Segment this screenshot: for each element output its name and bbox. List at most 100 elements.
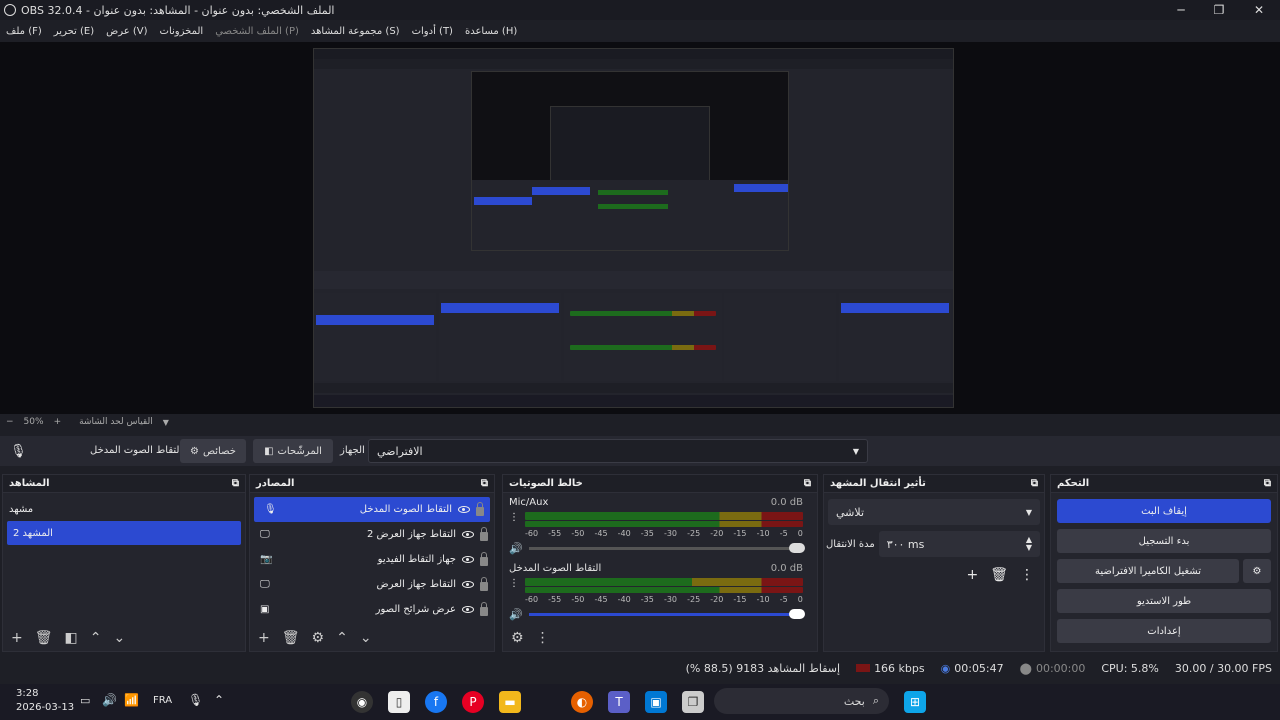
sources-title: المصادر: [256, 478, 295, 489]
speaker-icon[interactable]: 🔊: [509, 542, 523, 555]
filter-icon[interactable]: ◧: [65, 630, 78, 646]
properties-button[interactable]: ⚙ خصائص: [180, 439, 246, 463]
mic-tray-icon[interactable]: 🎙: [188, 693, 203, 707]
device-select[interactable]: الافتراضي ▼: [368, 439, 868, 463]
source-row[interactable]: 🖵 التقاط جهاز العرض 2: [250, 522, 494, 547]
folder-icon[interactable]: ▬: [499, 691, 521, 713]
move-down-icon[interactable]: ⌄: [113, 630, 125, 646]
source-row[interactable]: 🎙 التقاط الصوت المدخل: [254, 497, 490, 522]
scene-item[interactable]: مشهد: [3, 497, 245, 521]
language-indicator[interactable]: FRA: [153, 695, 172, 706]
task-view-icon[interactable]: ❐: [682, 691, 704, 713]
lock-icon[interactable]: [480, 576, 488, 591]
move-down-icon[interactable]: ⌄: [360, 630, 372, 646]
tray-overflow-icon[interactable]: ⌃: [214, 693, 224, 707]
gear-icon[interactable]: ⚙: [1243, 559, 1271, 583]
source-row[interactable]: 📷 جهاز التقاط الفيديو: [250, 547, 494, 572]
visibility-icon[interactable]: [462, 531, 474, 538]
obs-taskbar-icon[interactable]: ◉: [351, 691, 373, 713]
trash-icon[interactable]: 🗑: [35, 630, 53, 646]
windows-start-icon[interactable]: ⊞: [904, 691, 926, 713]
gear-icon[interactable]: ⚙: [312, 630, 325, 646]
menu-help[interactable]: مساعدة (H): [465, 26, 517, 37]
trash-icon[interactable]: 🗑: [282, 630, 300, 646]
preview-canvas[interactable]: [0, 42, 1280, 414]
add-icon[interactable]: +: [258, 630, 270, 646]
camera-icon: 📷: [260, 554, 273, 565]
store-icon[interactable]: ▣: [645, 691, 667, 713]
facebook-icon[interactable]: f: [425, 691, 447, 713]
lock-icon[interactable]: [480, 551, 488, 566]
visibility-icon[interactable]: [462, 556, 474, 563]
volume-icon[interactable]: 🔊: [102, 693, 117, 707]
maximize-button[interactable]: ❐: [1200, 0, 1238, 20]
mic-icon: 🎙: [264, 504, 277, 515]
menu-edit[interactable]: تحرير (E): [54, 26, 94, 37]
menu-file[interactable]: ملف (F): [6, 26, 42, 37]
source-row[interactable]: 🖵 التقاط جهاز العرض: [250, 572, 494, 597]
transition-select[interactable]: تلاشي ▼: [828, 499, 1040, 525]
undock-icon[interactable]: ⧉: [481, 478, 488, 489]
kebab-menu-icon[interactable]: ⋮: [509, 512, 519, 523]
windows-taskbar: 3:28 2026-03-13 ▭ 🔊 📶 FRA 🎙 ⌃ ◉ ▯ f P ▬ …: [0, 684, 1280, 720]
volume-slider[interactable]: [528, 543, 805, 553]
speaker-icon[interactable]: 🔊: [509, 608, 523, 621]
kebab-menu-icon[interactable]: ⋮: [1020, 567, 1034, 583]
kebab-menu-icon[interactable]: ⋮: [536, 630, 550, 646]
bitrate-indicator-icon: [856, 664, 871, 672]
menu-view[interactable]: عرض (V): [106, 26, 147, 37]
wifi-icon[interactable]: 📶: [124, 693, 139, 707]
zoom-out-button[interactable]: −: [6, 417, 14, 427]
source-row[interactable]: ▣ عرض شرائح الصور: [250, 597, 494, 622]
zoom-in-button[interactable]: +: [54, 417, 62, 427]
spin-arrows-icon[interactable]: ▲ ▼: [1026, 536, 1032, 552]
minimize-button[interactable]: ─: [1162, 0, 1200, 20]
move-up-icon[interactable]: ⌃: [90, 630, 102, 646]
menu-profile[interactable]: الملف الشخصي (P): [215, 26, 299, 37]
close-button[interactable]: ✕: [1240, 0, 1278, 20]
lock-icon[interactable]: [476, 501, 484, 516]
fps-display: 30.00 / 30.00 FPS: [1174, 661, 1272, 675]
volume-slider[interactable]: [528, 609, 805, 619]
battery-icon[interactable]: ▭: [80, 694, 90, 707]
menu-tools[interactable]: أدوات (T): [412, 26, 453, 37]
add-icon[interactable]: +: [966, 567, 978, 583]
clock[interactable]: 3:28 2026-03-13: [16, 687, 74, 715]
menu-scene-collection[interactable]: مجموعة المشاهد (S): [311, 26, 400, 37]
teams-icon[interactable]: T: [608, 691, 630, 713]
firefox-icon[interactable]: ◐: [571, 691, 593, 713]
duration-spinbox[interactable]: ٣٠٠ ms ▲ ▼: [878, 531, 1040, 557]
add-icon[interactable]: +: [11, 630, 23, 646]
kebab-menu-icon[interactable]: ⋮: [509, 578, 519, 589]
lock-icon[interactable]: [480, 526, 488, 541]
visibility-icon[interactable]: [462, 581, 474, 588]
taskbar-search[interactable]: بحث ⌕: [714, 688, 889, 714]
stop-streaming-button[interactable]: إيقاف البث: [1057, 499, 1271, 523]
lock-icon[interactable]: [480, 601, 488, 616]
settings-button[interactable]: إعدادات: [1057, 619, 1271, 643]
filters-button[interactable]: ◧ المرشّحات: [253, 439, 333, 463]
start-virtual-camera-button[interactable]: تشغيل الكاميرا الافتراضية: [1057, 559, 1239, 583]
meter-scale: -60 -55 -50 -45 -40 -35 -30 -25 -20 -15 -10 -5 0: [525, 595, 803, 604]
start-recording-button[interactable]: بدء التسجيل: [1057, 529, 1271, 553]
zoom-level: 50%: [23, 417, 44, 427]
scene-item-selected[interactable]: المشهد 2: [7, 521, 241, 545]
undock-icon[interactable]: ⧉: [804, 478, 811, 489]
fit-dropdown-icon[interactable]: ▼: [163, 418, 169, 427]
undock-icon[interactable]: ⧉: [1031, 478, 1038, 489]
file-icon[interactable]: ▯: [388, 691, 410, 713]
move-up-icon[interactable]: ⌃: [336, 630, 348, 646]
advanced-audio-icon[interactable]: ⚙: [511, 630, 524, 646]
pinterest-icon[interactable]: P: [462, 691, 484, 713]
trash-icon[interactable]: 🗑: [990, 567, 1008, 583]
visibility-icon[interactable]: [458, 506, 470, 513]
undock-icon[interactable]: ⧉: [1264, 478, 1271, 489]
transitions-title: تأثير انتقال المشهد: [830, 478, 926, 489]
menu-docks[interactable]: المخزونات: [160, 26, 204, 37]
studio-mode-button[interactable]: طور الاستديو: [1057, 589, 1271, 613]
title-bar: OBS 32.0.4 - الملف الشخصي: بدون عنوان - …: [0, 0, 1280, 20]
selected-source-name: التقاط الصوت المدخل: [90, 445, 183, 456]
visibility-icon[interactable]: [462, 606, 474, 613]
undock-icon[interactable]: ⧉: [232, 478, 239, 489]
stream-time-item: ◉ 00:05:47: [940, 661, 1004, 675]
